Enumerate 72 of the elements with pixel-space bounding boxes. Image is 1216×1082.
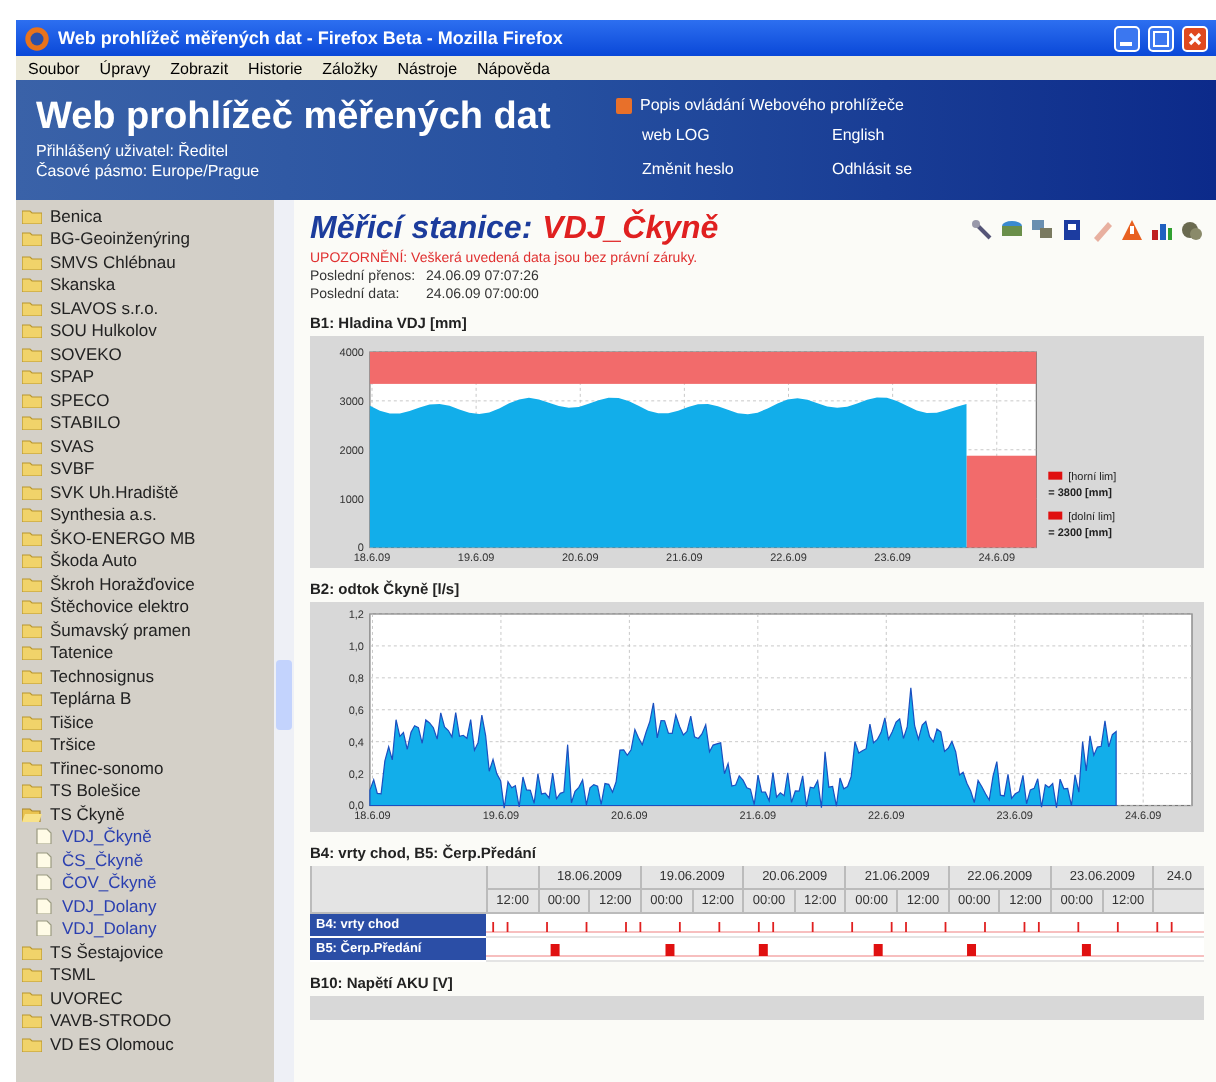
menu-item[interactable]: Nápověda xyxy=(477,59,551,77)
minimize-icon[interactable] xyxy=(1114,25,1140,51)
tree-item[interactable]: Škoda Auto xyxy=(50,550,137,571)
maximize-icon[interactable] xyxy=(1148,25,1174,51)
tree-item[interactable]: SPECO xyxy=(50,389,110,410)
tree-item[interactable]: SVK Uh.Hradiště xyxy=(50,481,179,502)
header-link[interactable]: web LOG xyxy=(642,126,832,144)
tree-item[interactable]: SVAS xyxy=(50,435,95,456)
menu-item[interactable]: Záložky xyxy=(322,59,378,77)
tree-item[interactable]: TS Šestajovice xyxy=(50,941,164,962)
tree-item[interactable]: Tatenice xyxy=(50,642,114,663)
tree-item[interactable]: SMVS Chlébnau xyxy=(50,251,176,272)
menu-item[interactable]: Historie xyxy=(248,59,303,77)
tree-item[interactable]: Benica xyxy=(50,205,102,226)
alarm-icon[interactable] xyxy=(1120,218,1144,242)
tree-item[interactable]: VAVB-STRODO xyxy=(50,1010,172,1031)
header-link[interactable]: Odhlásit se xyxy=(832,160,992,178)
tree-item[interactable]: TSML xyxy=(50,964,96,985)
tree-item[interactable]: SLAVOS s.r.o. xyxy=(50,297,159,318)
document-icon[interactable] xyxy=(1060,218,1084,242)
tree-item[interactable]: Štěchovice elektro xyxy=(50,596,189,617)
help-link[interactable]: Popis ovládání Webového prohlížeče xyxy=(640,96,904,114)
tree-item[interactable]: TS Čkyně xyxy=(50,803,125,824)
legend-swatch xyxy=(1048,511,1063,520)
tree-item[interactable]: TS Bolešice xyxy=(50,780,141,801)
tree-item[interactable]: SVBF xyxy=(50,458,95,479)
tree-item[interactable]: ŠKO-ENERGO MB xyxy=(50,527,196,548)
legend-swatch xyxy=(1048,471,1063,480)
tree-item[interactable]: VD ES Olomouc xyxy=(50,1033,174,1054)
tree-link[interactable]: VDJ_Dolany xyxy=(62,918,157,939)
menu-item[interactable]: Úpravy xyxy=(99,59,151,77)
tree-item[interactable]: SOVEKO xyxy=(50,343,122,364)
tree-item[interactable]: Skanska xyxy=(50,274,116,295)
tree-item[interactable]: Šumavský pramen xyxy=(50,619,191,640)
tree-link[interactable]: ČOV_Čkyně xyxy=(62,872,157,893)
menu-item[interactable]: Nástroje xyxy=(397,59,458,77)
chart-icon[interactable] xyxy=(1150,218,1174,242)
close-icon[interactable] xyxy=(1182,25,1208,51)
tree-item[interactable]: Teplárna B xyxy=(50,688,132,709)
user-text: Přihlášený uživatel: Ředitel xyxy=(36,142,231,160)
menu-item[interactable]: Soubor xyxy=(28,59,80,77)
table-cell xyxy=(486,866,538,891)
station-label: Měřicí stanice: xyxy=(310,212,533,248)
browser-icon xyxy=(24,25,50,51)
tree-item[interactable]: Technosignus xyxy=(50,665,154,686)
tree-item[interactable]: SPAP xyxy=(50,366,95,387)
scrollbar[interactable] xyxy=(274,200,294,1082)
menu-item[interactable]: Zobrazit xyxy=(170,59,229,77)
tools-icon[interactable] xyxy=(1180,218,1204,242)
tree-item[interactable]: STABILO xyxy=(50,412,121,433)
station-name: VDJ_Čkyně xyxy=(542,212,719,248)
tree-item[interactable]: Tršice xyxy=(50,734,96,755)
tree-item[interactable]: UVOREC xyxy=(50,987,123,1008)
tree-item[interactable]: SOU Hulkolov xyxy=(50,320,157,341)
scroll-thumb[interactable] xyxy=(276,660,292,730)
tree-item[interactable]: Třinec-sonomo xyxy=(50,757,164,778)
tree-item[interactable]: Tišice xyxy=(50,711,94,732)
tree-link[interactable]: ČS_Čkyně xyxy=(62,849,144,870)
computers-icon[interactable] xyxy=(1030,218,1054,242)
site-title: Web prohlížeč měřených dat xyxy=(36,96,553,140)
tree-item[interactable]: Synthesia a.s. xyxy=(50,504,157,525)
header-link[interactable]: English xyxy=(832,126,992,144)
header-link[interactable]: Změnit heslo xyxy=(642,160,832,178)
help-icon xyxy=(616,97,632,113)
wrench-icon[interactable] xyxy=(970,218,994,242)
tree-item[interactable]: BG-Geoinženýring xyxy=(50,228,190,249)
tree-link[interactable]: VDJ_Dolany xyxy=(62,895,157,916)
database-icon[interactable] xyxy=(1000,218,1024,242)
tree-item[interactable]: Škroh Horažďovice xyxy=(50,573,195,594)
timezone-text: Časové pásmo: Europe/Prague xyxy=(36,162,262,180)
tree-link[interactable]: VDJ_Čkyně xyxy=(62,826,152,847)
window-title: Web prohlížeč měřených dat - Firefox Beta - Mozilla Firefox xyxy=(58,28,565,48)
